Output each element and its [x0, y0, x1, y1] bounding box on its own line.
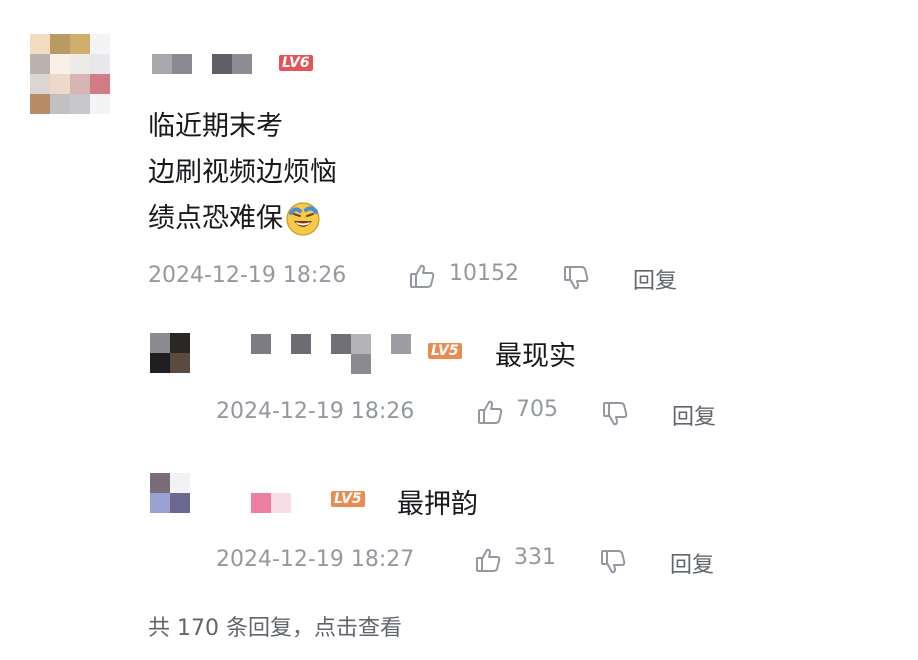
comment-line: 边刷视频边烦恼 [148, 157, 337, 188]
comment-line-with-emoji: 绩点恐难保 [148, 196, 337, 242]
reply-button[interactable]: 回复 [633, 263, 677, 295]
level-badge: LV5 [331, 491, 365, 507]
username[interactable] [152, 54, 252, 74]
reply-avatar[interactable] [150, 333, 190, 373]
comment-text: 临近期末考 边刷视频边烦恼 绩点恐难保 [148, 104, 337, 242]
level-badge: LV5 [428, 343, 462, 359]
like-icon[interactable] [476, 398, 504, 426]
like-count: 331 [514, 545, 556, 570]
dislike-icon[interactable] [601, 400, 629, 428]
dislike-icon[interactable] [562, 264, 590, 292]
like-icon[interactable] [408, 262, 436, 290]
view-all-replies-link[interactable]: 共 170 条回复，点击查看 [148, 610, 402, 642]
like-icon[interactable] [474, 546, 502, 574]
reply-button[interactable]: 回复 [672, 399, 716, 431]
reply-avatar[interactable] [150, 473, 190, 513]
reply-button[interactable]: 回复 [670, 547, 714, 579]
comment-time: 2024-12-19 18:26 [148, 263, 347, 288]
reply-text: 最押韵 [397, 489, 478, 520]
like-count: 10152 [449, 261, 519, 286]
dislike-icon[interactable] [599, 548, 627, 576]
reply-time: 2024-12-19 18:26 [216, 399, 415, 424]
reply-time: 2024-12-19 18:27 [216, 547, 415, 572]
like-count: 705 [516, 397, 558, 422]
reply-username[interactable] [251, 334, 411, 374]
reply-username[interactable] [251, 493, 291, 513]
laughing-crying-emoji-icon [285, 201, 321, 237]
comment-line: 绩点恐难保 [148, 203, 283, 234]
avatar[interactable] [30, 34, 110, 114]
comment-line: 临近期末考 [148, 111, 283, 142]
reply-text: 最现实 [495, 341, 576, 372]
level-badge: LV6 [279, 55, 313, 71]
